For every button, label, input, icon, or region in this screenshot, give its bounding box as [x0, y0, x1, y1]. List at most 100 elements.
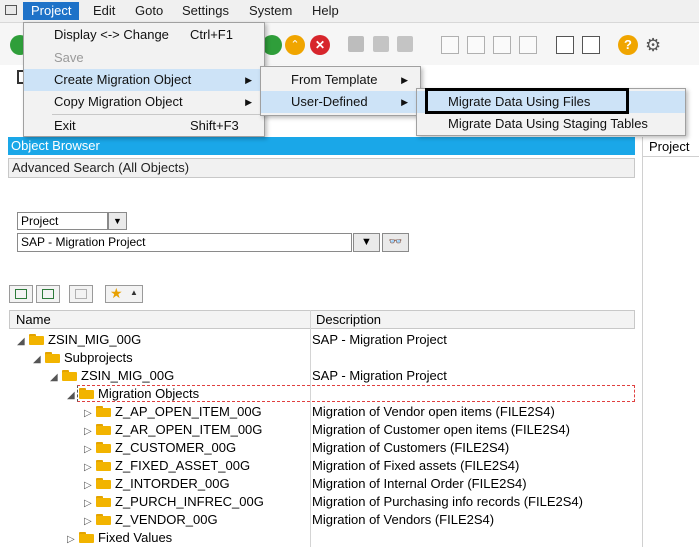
menu-help[interactable]: Help: [304, 2, 347, 20]
collapse-all-icon: [42, 289, 54, 299]
tree-row-name: Subprojects: [64, 350, 133, 365]
project-panel: Project: [642, 137, 699, 547]
tree-row-name: Z_AR_OPEN_ITEM_00G: [115, 422, 263, 437]
tree-table-header: Name Description: [9, 310, 635, 329]
cancel-icon[interactable]: ✕: [310, 35, 330, 55]
project-menu: Display <-> Change Ctrl+F1 Save Create M…: [23, 22, 265, 137]
tree-row[interactable]: ◢ Subprojects: [9, 349, 635, 367]
project-input[interactable]: SAP - Migration Project: [17, 233, 352, 252]
folder-open-icon: [45, 352, 60, 363]
favorites-button[interactable]: ★ ▲: [105, 285, 143, 303]
tree-row-selected[interactable]: ◢ Migration Objects: [9, 385, 635, 403]
tree-row[interactable]: ▷ Z_FIXED_ASSET_00G Migration of Fixed as…: [9, 457, 635, 475]
tree-row-name: ZSIN_MIG_00G: [48, 332, 142, 347]
folder-icon: [96, 442, 111, 453]
display-project-button[interactable]: 👓: [382, 233, 409, 252]
exit-icon[interactable]: ⌃: [285, 35, 305, 55]
folder-icon: [96, 424, 111, 435]
menu-item-from-template[interactable]: From Template ▶: [261, 69, 420, 91]
project-panel-header: Project: [643, 137, 699, 157]
find-next-icon[interactable]: [397, 36, 413, 52]
collapse-all-button[interactable]: [36, 285, 60, 303]
previous-page-icon[interactable]: [467, 36, 485, 54]
tree-row-description: Migration of Customers (FILE2S4): [312, 440, 510, 455]
tree-row-description: SAP - Migration Project: [312, 368, 447, 383]
menu-project[interactable]: Project: [23, 2, 80, 20]
menu-goto[interactable]: Goto: [127, 2, 171, 20]
menu-edit[interactable]: Edit: [85, 2, 123, 20]
tree-row-name: Migration Objects: [98, 386, 200, 401]
tree-row[interactable]: ◢ ZSIN_MIG_00G SAP - Migration Project: [9, 331, 635, 349]
menu-item-exit[interactable]: Exit Shift+F3: [24, 115, 264, 137]
folder-icon: [96, 460, 111, 471]
print-icon[interactable]: [348, 36, 364, 52]
tree-row-name: Z_PURCH_INFREC_00G: [115, 494, 264, 509]
tree-row[interactable]: ▷ Z_PURCH_INFREC_00G Migration of Purchas…: [9, 493, 635, 511]
next-page-icon[interactable]: [493, 36, 511, 54]
tree-row[interactable]: ▷ Z_AR_OPEN_ITEM_00G Migration of Custome…: [9, 421, 635, 439]
menu-item-create-migration-object[interactable]: Create Migration Object ▶: [24, 69, 264, 91]
last-page-icon[interactable]: [519, 36, 537, 54]
expand-all-button[interactable]: [9, 285, 33, 303]
glasses-icon: 👓: [388, 236, 403, 248]
folder-icon: [96, 514, 111, 525]
menu-system[interactable]: System: [241, 2, 300, 20]
first-page-icon[interactable]: [441, 36, 459, 54]
tree-row-name: ZSIN_MIG_00G: [81, 368, 175, 383]
search-type-value: Project: [21, 214, 59, 228]
tree-row-description: Migration of Purchasing info records (FI…: [312, 494, 583, 509]
submenu-arrow-icon: ▶: [245, 97, 252, 107]
collapsed-arrow-icon[interactable]: ▷: [67, 531, 76, 549]
find-icon[interactable]: [373, 36, 389, 52]
tree-row-name: Z_VENDOR_00G: [115, 512, 218, 527]
folder-icon: [96, 478, 111, 489]
tree-row-name: Z_AP_OPEN_ITEM_00G: [115, 404, 262, 419]
create-migration-submenu: From Template ▶ User-Defined ▶: [260, 66, 421, 116]
menu-item-copy-migration-object[interactable]: Copy Migration Object ▶: [24, 91, 264, 113]
submenu-arrow-icon: ▶: [401, 75, 408, 85]
tree-row-description: Migration of Internal Order (FILE2S4): [312, 476, 527, 491]
project-dropdown-button[interactable]: ▼: [353, 233, 380, 252]
tree-row-name: Z_INTORDER_00G: [115, 476, 230, 491]
tree-row[interactable]: ▷ Z_VENDOR_00G Migration of Vendors (FILE…: [9, 511, 635, 529]
tree-row-name: Z_CUSTOMER_00G: [115, 440, 237, 455]
tree-row-description: SAP - Migration Project: [312, 332, 447, 347]
search-type-dropdown-button[interactable]: ▼: [108, 212, 127, 230]
menu-item-user-defined[interactable]: User-Defined ▶: [261, 91, 420, 113]
folder-icon: [79, 532, 94, 543]
hierarchy-icon: [75, 289, 87, 299]
submenu-arrow-icon: ▶: [401, 97, 408, 107]
app-menu-icon[interactable]: [5, 5, 17, 15]
tree-row[interactable]: ▷ Fixed Values: [9, 529, 635, 547]
submenu-arrow-icon: ▶: [245, 75, 252, 85]
back-icon[interactable]: [262, 35, 282, 55]
folder-open-icon: [62, 370, 77, 381]
menubar: Project Edit Goto Settings System Help: [0, 0, 699, 23]
column-description-header[interactable]: Description: [316, 311, 381, 329]
expand-all-icon: [15, 289, 27, 299]
tree-row[interactable]: ▷ Z_CUSTOMER_00G Migration of Customers (…: [9, 439, 635, 457]
menu-item-display-change[interactable]: Display <-> Change Ctrl+F1: [24, 24, 264, 46]
tree-row-description: Migration of Vendors (FILE2S4): [312, 512, 495, 527]
tree-row-name: Z_FIXED_ASSET_00G: [115, 458, 251, 473]
tree-row[interactable]: ◢ ZSIN_MIG_00G SAP - Migration Project: [9, 367, 635, 385]
gear-icon[interactable]: ⚙: [645, 35, 661, 55]
new-session-icon[interactable]: [556, 36, 574, 54]
advanced-search-bar[interactable]: Advanced Search (All Objects): [8, 158, 635, 178]
column-name-header[interactable]: Name: [16, 311, 51, 329]
chevron-down-icon: ▼: [113, 216, 122, 226]
tree-row-description: Migration of Customer open items (FILE2S…: [312, 422, 570, 437]
folder-icon: [96, 496, 111, 507]
tree-row[interactable]: ▷ Z_INTORDER_00G Migration of Internal Or…: [9, 475, 635, 493]
menu-settings[interactable]: Settings: [174, 2, 237, 20]
folder-open-icon: [79, 388, 94, 399]
highlight-frame: [425, 88, 629, 114]
menu-item-migrate-staging[interactable]: Migrate Data Using Staging Tables: [417, 113, 685, 135]
help-icon[interactable]: ?: [618, 35, 638, 55]
small-triangle-icon: ▲: [130, 288, 138, 297]
search-type-select[interactable]: Project: [17, 212, 108, 230]
menu-item-save: Save: [54, 50, 84, 65]
hierarchy-button[interactable]: [69, 285, 93, 303]
shortcut-icon[interactable]: [582, 36, 600, 54]
tree-row[interactable]: ▷ Z_AP_OPEN_ITEM_00G Migration of Vendor …: [9, 403, 635, 421]
